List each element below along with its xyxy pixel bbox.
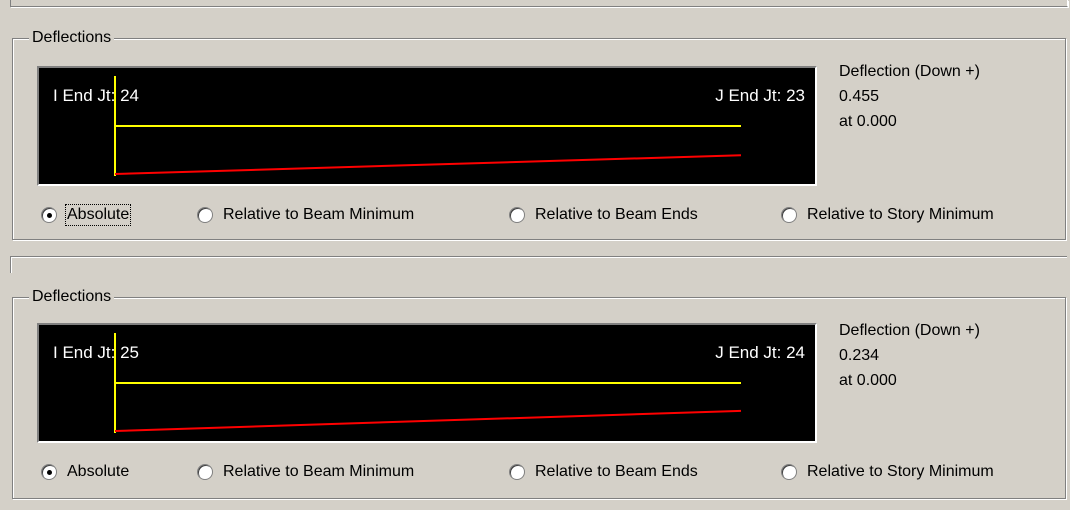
group-title: Deflections [29, 287, 115, 307]
j-end-joint-label: J End Jt: 23 [715, 86, 805, 105]
panel-separator [10, 256, 1067, 273]
radio-label: Relative to Story Minimum [807, 206, 994, 223]
radio-indicator[interactable] [41, 207, 57, 223]
deflection-plot-svg-2 [114, 333, 742, 433]
radio-indicator[interactable] [197, 207, 213, 223]
radio-indicator[interactable] [197, 464, 213, 480]
radio-label: Relative to Beam Minimum [223, 206, 415, 223]
upper-panel-edge [10, 0, 1068, 7]
deflection-plot-2: I End Jt: 25 J End Jt: 24 [37, 323, 817, 443]
radio-label: Relative to Beam Ends [535, 206, 698, 223]
radio-relative-story-minimum[interactable]: Relative to Story Minimum [781, 203, 994, 227]
deflection-mode-options-2: Absolute Relative to Beam Minimum Relati… [37, 460, 1067, 484]
radio-relative-story-minimum[interactable]: Relative to Story Minimum [781, 460, 994, 484]
radio-indicator[interactable] [781, 207, 797, 223]
deflection-plot-svg-1 [114, 76, 742, 176]
i-end-joint-label: I End Jt: 24 [53, 86, 139, 105]
j-end-joint-label: J End Jt: 24 [715, 343, 805, 362]
readout-title: Deflection (Down +) [839, 63, 980, 80]
readout-value: 0.234 [839, 347, 880, 364]
radio-label: Relative to Beam Ends [535, 463, 698, 480]
radio-label: Relative to Beam Minimum [223, 463, 415, 480]
deflections-group-2: Deflections I End Jt: 25 J End Jt: 24 De… [12, 287, 1067, 499]
deflection-readout-2: Deflection (Down +) 0.234 at 0.000 [839, 318, 980, 393]
deflection-line [114, 154, 742, 175]
radio-absolute[interactable]: Absolute [41, 203, 132, 227]
deflection-line [114, 409, 742, 432]
readout-location: at 0.000 [839, 113, 897, 130]
radio-relative-beam-minimum[interactable]: Relative to Beam Minimum [197, 203, 414, 227]
deflection-mode-options-1: Absolute Relative to Beam Minimum Relati… [37, 203, 1067, 227]
deflection-readout-1: Deflection (Down +) 0.455 at 0.000 [839, 59, 980, 134]
radio-indicator[interactable] [509, 464, 525, 480]
i-end-joint-label: I End Jt: 25 [53, 343, 139, 362]
radio-label: Absolute [64, 204, 132, 226]
radio-absolute[interactable]: Absolute [41, 460, 129, 484]
radio-indicator[interactable] [509, 207, 525, 223]
group-title: Deflections [29, 28, 115, 48]
radio-relative-beam-minimum[interactable]: Relative to Beam Minimum [197, 460, 414, 484]
radio-label: Absolute [67, 463, 130, 480]
readout-location: at 0.000 [839, 372, 897, 389]
deflection-plot-1: I End Jt: 24 J End Jt: 23 [37, 66, 817, 186]
radio-indicator[interactable] [781, 464, 797, 480]
radio-relative-beam-ends[interactable]: Relative to Beam Ends [509, 203, 698, 227]
readout-value: 0.455 [839, 88, 880, 105]
readout-title: Deflection (Down +) [839, 322, 980, 339]
radio-relative-beam-ends[interactable]: Relative to Beam Ends [509, 460, 698, 484]
radio-indicator[interactable] [41, 464, 57, 480]
radio-label: Relative to Story Minimum [807, 463, 994, 480]
deflections-group-1: Deflections I End Jt: 24 J End Jt: 23 De… [12, 28, 1067, 240]
